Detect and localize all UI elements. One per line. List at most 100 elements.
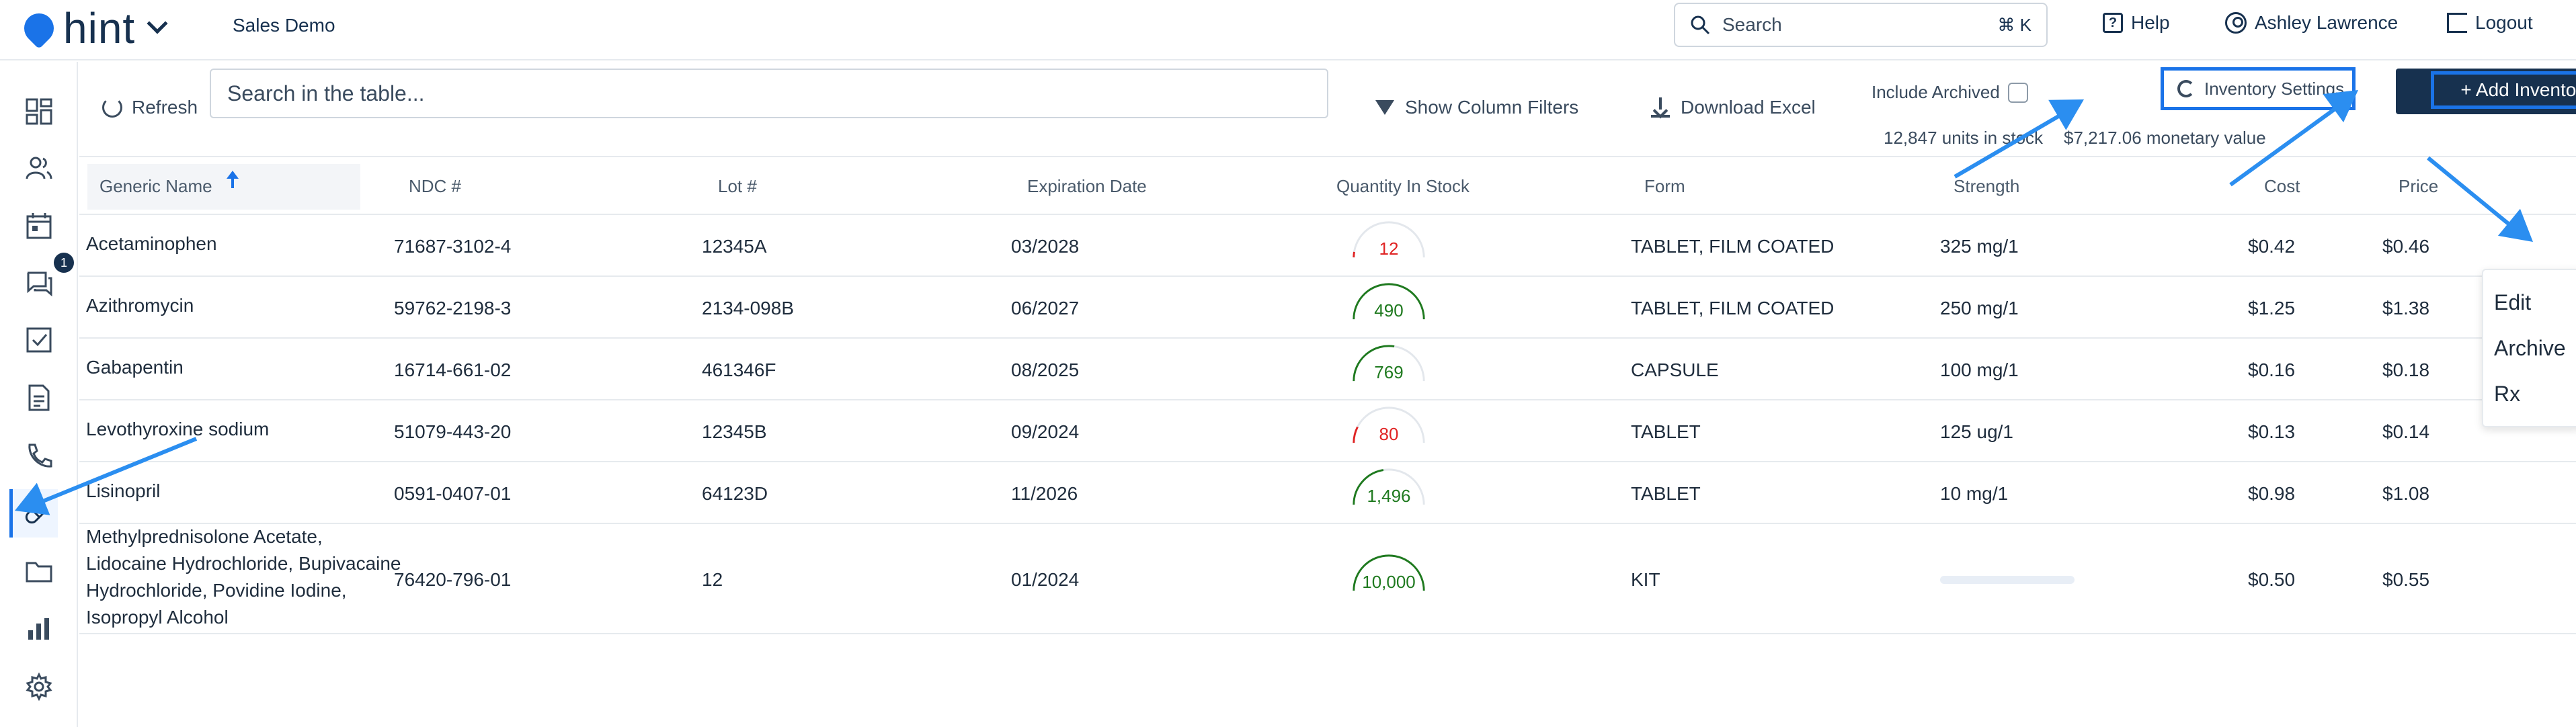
cell-expiration: 01/2024 — [1011, 569, 1080, 590]
cell-generic-name: Lidocaine Hydrochloride, Bupivacaine — [86, 553, 401, 574]
documents-icon — [28, 384, 50, 411]
org-name[interactable]: Sales Demo — [233, 15, 335, 36]
patients-icon — [26, 157, 52, 179]
cell-ndc: 71687-3102-4 — [394, 236, 512, 257]
cell-expiration: 08/2025 — [1011, 359, 1080, 380]
cell-cost: $0.50 — [2248, 569, 2296, 590]
add-inventory-button[interactable]: + Add Inventory — [2396, 69, 2576, 114]
cell-ndc: 76420-796-01 — [394, 569, 512, 590]
table-row[interactable]: Azithromycin 59762-2198-3 2134-098B 06/2027… — [79, 278, 2576, 339]
column-header-strength[interactable]: Strength — [1954, 176, 2019, 197]
cell-cost: $1.25 — [2248, 298, 2296, 318]
app-logo[interactable]: hint — [17, 4, 168, 52]
column-header-expiration[interactable]: Expiration Date — [1027, 176, 1147, 197]
sidebar-item-dashboard[interactable] — [15, 87, 63, 136]
column-filters-button[interactable]: Show Column Filters — [1375, 97, 1578, 118]
column-header-cost[interactable]: Cost — [2264, 176, 2300, 197]
refresh-button[interactable]: Refresh — [102, 97, 198, 118]
cell-quantity: 1,496 — [1367, 486, 1411, 506]
table-toolbar: Refresh Search in the table... Show Colu… — [79, 62, 2576, 157]
menu-item-edit[interactable]: Edit — [2494, 290, 2531, 315]
table-row[interactable]: Lisinopril 0591-0407-01 64123D 11/2026 TABLE… — [79, 464, 2576, 524]
cell-cost: $0.16 — [2248, 359, 2296, 380]
include-archived-toggle[interactable]: Include Archived — [1871, 82, 2028, 103]
table-search-input[interactable]: Search in the table... — [210, 69, 1328, 118]
cell-lot: 12345B — [702, 421, 767, 442]
refresh-label: Refresh — [132, 97, 198, 118]
cell-generic-name: Methylprednisolone Acetate, — [86, 526, 323, 547]
inventory-settings-button[interactable]: Inventory Settings — [2161, 67, 2356, 110]
cell-price: $0.55 — [2382, 569, 2430, 590]
cell-form: TABLET — [1631, 421, 1701, 442]
cell-ndc: 59762-2198-3 — [394, 298, 512, 318]
include-archived-checkbox[interactable] — [2007, 82, 2028, 103]
table-row[interactable]: Methylprednisolone Acetate, Lidocaine Hyd… — [79, 525, 2576, 634]
cell-form: TABLET — [1631, 483, 1701, 504]
download-icon — [1651, 97, 1670, 118]
cell-generic-name: Acetaminophen — [86, 233, 217, 254]
sidebar-item-documents[interactable] — [15, 374, 63, 422]
table-row[interactable]: Gabapentin 16714-661-02 461346F 08/2025 CAPS… — [79, 340, 2576, 400]
cell-cost: $0.42 — [2248, 236, 2296, 257]
tasks-icon — [26, 327, 52, 353]
strength-placeholder-bar — [1940, 576, 2075, 584]
cell-expiration: 09/2024 — [1011, 421, 1080, 442]
logout-link[interactable]: Logout — [2447, 12, 2533, 34]
sidebar-item-phone[interactable] — [15, 431, 63, 480]
cell-strength: 10 mg/1 — [1940, 483, 2009, 504]
sidebar-item-patients[interactable] — [15, 144, 63, 192]
add-inventory-highlight: + Add Inventory — [2431, 71, 2576, 109]
column-header-generic-name[interactable]: Generic Name — [99, 176, 212, 197]
inventory-settings-label: Inventory Settings — [2204, 78, 2345, 99]
global-search-placeholder: Search — [1722, 14, 1782, 35]
cell-quantity: 490 — [1374, 300, 1404, 320]
column-filters-label: Show Column Filters — [1405, 97, 1579, 118]
user-avatar-icon — [2225, 12, 2247, 34]
help-icon: ? — [2103, 13, 2123, 33]
global-search-input[interactable]: Search ⌘ K — [1674, 3, 2048, 47]
cell-strength: 100 mg/1 — [1940, 359, 2019, 380]
cell-generic-name: Levothyroxine sodium — [86, 419, 270, 439]
cell-form: TABLET, FILM COATED — [1631, 236, 1835, 257]
cell-cost: $0.98 — [2248, 483, 2296, 504]
cell-quantity: 80 — [1379, 424, 1399, 444]
sidebar-item-files[interactable] — [15, 547, 63, 595]
sidebar-item-tasks[interactable] — [15, 316, 63, 364]
folder-icon — [26, 562, 52, 583]
sidebar-item-calendar[interactable] — [15, 202, 63, 250]
messages-icon — [27, 271, 52, 297]
sidebar-item-reports[interactable] — [15, 605, 63, 653]
table-row[interactable]: Acetaminophen 71687-3102-4 12345A 03/2028 TA… — [79, 216, 2576, 277]
column-header-lot[interactable]: Lot # — [718, 176, 757, 197]
user-menu[interactable]: Ashley Lawrence — [2225, 12, 2398, 34]
column-header-form[interactable]: Form — [1644, 176, 1685, 197]
sort-ascending-icon[interactable] — [227, 171, 239, 188]
cell-lot: 12345A — [702, 236, 767, 257]
download-excel-button[interactable]: Download Excel — [1651, 97, 1816, 118]
search-shortcut: ⌘ K — [1997, 14, 2031, 35]
column-header-ndc[interactable]: NDC # — [409, 176, 461, 197]
cell-quantity: 769 — [1374, 362, 1404, 382]
wrench-icon — [2177, 80, 2195, 97]
include-archived-label: Include Archived — [1871, 82, 2000, 102]
menu-item-rx[interactable]: Rx — [2494, 382, 2520, 407]
table-row[interactable]: Levothyroxine sodium 51079-443-20 12345B 09… — [79, 402, 2576, 462]
refresh-icon — [102, 97, 122, 118]
cell-expiration: 03/2028 — [1011, 236, 1080, 257]
chevron-down-icon[interactable] — [147, 13, 168, 34]
logo-text: hint — [63, 4, 136, 52]
row-actions-menu: Edit Archive Rx — [2482, 269, 2576, 427]
cell-strength: 125 ug/1 — [1940, 421, 2013, 442]
help-link[interactable]: ? Help — [2103, 12, 2170, 34]
sidebar-item-settings[interactable] — [15, 662, 63, 711]
logout-label: Logout — [2475, 12, 2533, 33]
cell-ndc: 16714-661-02 — [394, 359, 512, 380]
cell-generic-name: Gabapentin — [86, 357, 184, 378]
menu-item-archive[interactable]: Archive — [2494, 336, 2566, 361]
cell-lot: 461346F — [702, 359, 776, 380]
sidebar-item-messages[interactable]: 1 — [15, 253, 74, 308]
column-header-quantity[interactable]: Quantity In Stock — [1336, 176, 1470, 197]
cell-form: TABLET, FILM COATED — [1631, 298, 1835, 318]
user-name: Ashley Lawrence — [2255, 12, 2399, 33]
column-header-price[interactable]: Price — [2399, 176, 2438, 197]
